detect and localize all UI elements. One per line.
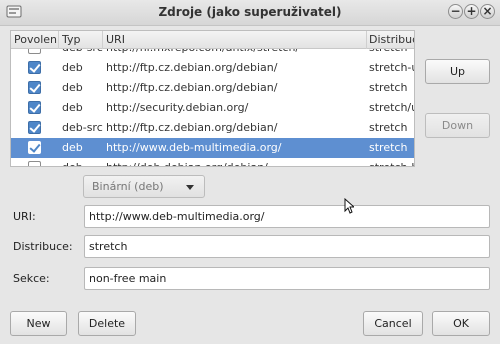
up-button[interactable]: Up <box>425 59 490 84</box>
source-distribution-cell: stretch <box>369 121 408 134</box>
source-distribution-cell: stretch-ba <box>369 161 414 166</box>
column-separator[interactable] <box>102 31 103 49</box>
source-type-cell: deb <box>62 101 83 114</box>
source-distribution-cell: stretch/up <box>369 101 414 114</box>
delete-button[interactable]: Delete <box>78 311 136 336</box>
column-header-distribution[interactable]: Distribuce <box>369 33 414 46</box>
source-distribution-cell: stretch <box>369 141 408 154</box>
enabled-checkbox[interactable] <box>28 81 41 94</box>
table-row[interactable]: deb http://ftp.cz.debian.org/debian/stret… <box>11 78 414 98</box>
source-uri-cell: http://security.debian.org/ <box>106 101 249 114</box>
column-header-type[interactable]: Typ <box>62 33 102 46</box>
source-uri-cell: http://ftp.cz.debian.org/debian/ <box>106 81 278 94</box>
enabled-checkbox[interactable] <box>28 161 41 166</box>
column-header-enabled[interactable]: Povolen <box>14 33 58 46</box>
source-type-combo[interactable]: Binární (deb) <box>83 175 205 198</box>
source-type-cell: deb <box>62 61 83 74</box>
uri-field[interactable]: http://www.deb-multimedia.org/ <box>84 205 490 228</box>
down-button[interactable]: Down <box>425 113 490 138</box>
minimize-button[interactable]: − <box>448 4 463 19</box>
chevron-down-icon <box>186 185 194 190</box>
table-header: Povolen Typ URI Distribuce <box>11 31 414 49</box>
new-button[interactable]: New <box>10 311 67 336</box>
cancel-button[interactable]: Cancel <box>363 311 423 336</box>
enabled-checkbox[interactable] <box>28 141 41 154</box>
source-type-value: Binární (deb) <box>92 180 164 193</box>
ok-button[interactable]: OK <box>432 311 490 336</box>
source-type-cell: deb-src <box>62 121 103 134</box>
sources-dialog: Zdroje (jako superuživatel) − + × deb-sr… <box>0 0 500 344</box>
window-title: Zdroje (jako superuživatel) <box>158 5 342 19</box>
distribution-field[interactable]: stretch <box>84 235 490 258</box>
source-type-cell: deb <box>62 161 106 166</box>
table-row[interactable]: deb http://www.deb-multimedia.org/stretch <box>11 138 414 158</box>
source-uri-cell: http://ftp.cz.debian.org/debian/ <box>106 61 278 74</box>
column-separator[interactable] <box>58 31 59 49</box>
sections-label: Sekce: <box>13 272 50 285</box>
title-bar[interactable]: Zdroje (jako superuživatel) − + × <box>0 0 500 26</box>
distribution-label: Distribuce: <box>13 240 73 253</box>
source-uri-cell: http://www.deb-multimedia.org/ <box>106 141 282 154</box>
column-header-uri[interactable]: URI <box>106 33 366 46</box>
uri-label: URI: <box>13 210 36 223</box>
sections-field[interactable]: non-free main <box>84 267 490 290</box>
enabled-checkbox[interactable] <box>28 61 41 74</box>
table-row[interactable]: deb-src http://ftp.cz.debian.org/debian/s… <box>11 118 414 138</box>
table-row[interactable]: deb http://ftp.cz.debian.org/debian/stret… <box>11 58 414 78</box>
source-type-cell: deb <box>62 81 83 94</box>
maximize-button[interactable]: + <box>464 4 479 19</box>
column-separator[interactable] <box>366 31 367 49</box>
table-row[interactable]: debhttp://deb.debian.org/debian/stretch-… <box>11 158 414 166</box>
table-row[interactable]: deb http://security.debian.org/stretch/up <box>11 98 414 118</box>
source-uri-cell: http://ftp.cz.debian.org/debian/ <box>106 121 278 134</box>
source-uri-cell: http://deb.debian.org/debian/ <box>106 161 364 166</box>
enabled-checkbox[interactable] <box>28 101 41 114</box>
close-button[interactable]: × <box>480 4 495 19</box>
sources-table[interactable]: deb-srchttp://nl.mxrepo.com/antix/stretc… <box>10 30 415 167</box>
mouse-pointer-icon <box>344 198 354 214</box>
source-distribution-cell: stretch <box>369 81 408 94</box>
source-type-cell: deb <box>62 141 83 154</box>
enabled-checkbox[interactable] <box>28 121 41 134</box>
source-distribution-cell: stretch-up <box>369 61 414 74</box>
